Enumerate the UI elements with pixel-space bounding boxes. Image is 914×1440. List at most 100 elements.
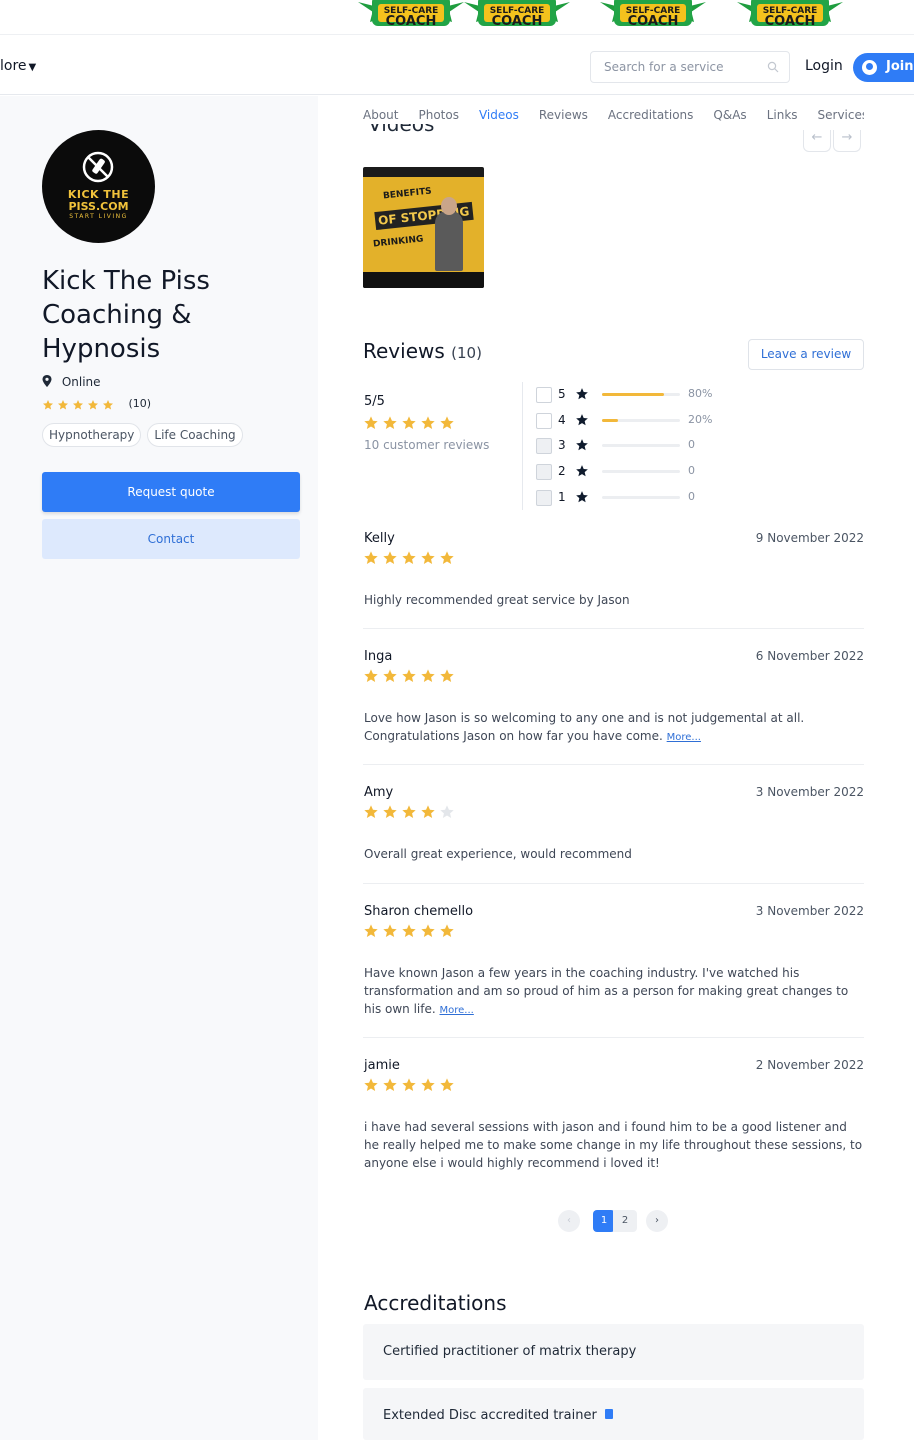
rating-filter-2[interactable]: 2 0: [536, 463, 736, 481]
rating-bar: [602, 496, 680, 499]
tag-hypnotherapy[interactable]: Hypnotherapy: [42, 423, 142, 447]
star-icon: [421, 805, 435, 818]
search-input[interactable]: [604, 52, 772, 82]
rating-filter-3[interactable]: 3 0: [536, 437, 736, 455]
rating-level: 2: [558, 464, 566, 478]
review-body: Love how Jason is so welcoming to any on…: [364, 711, 805, 743]
self-care-coach-badge: SELF-CARE COACH: [594, 0, 712, 34]
search-icon[interactable]: [767, 61, 779, 73]
badge-main-text: COACH: [627, 14, 679, 29]
arrow-left-icon[interactable]: ←: [803, 130, 831, 152]
review-date: 2 November 2022: [755, 1058, 864, 1072]
rating-filter-1[interactable]: 1 0: [536, 489, 736, 507]
service-tags: Hypnotherapy Life Coaching: [42, 423, 249, 447]
location-pin-icon: [42, 375, 52, 387]
leave-review-button[interactable]: Leave a review: [748, 339, 864, 370]
review-item: Inga 6 November 2022 Love how Jason is s…: [363, 649, 864, 765]
business-name: Kick The Piss Coaching & Hypnosis: [42, 266, 210, 364]
star-icon: [402, 924, 416, 937]
tab-reviews[interactable]: Reviews: [539, 108, 588, 132]
login-link[interactable]: Login: [805, 58, 843, 74]
tab-accreditations[interactable]: Accreditations: [608, 108, 694, 132]
rating-level: 4: [558, 413, 566, 427]
rating-level: 5: [558, 387, 566, 401]
review-text: Overall great experience, would recommen…: [364, 845, 864, 863]
more-link[interactable]: More...: [667, 732, 701, 743]
accreditation-item: Certified practitioner of matrix therapy: [363, 1324, 864, 1380]
business-rating[interactable]: (10): [42, 397, 151, 412]
reviews-title: Reviews: [363, 339, 445, 363]
reviewer-name: Amy: [364, 785, 394, 800]
next-page-button[interactable]: ›: [646, 1210, 668, 1232]
reviewer-name: Sharon chemello: [364, 904, 474, 919]
rating-level: 1: [558, 490, 566, 504]
request-quote-button[interactable]: Request quote: [42, 472, 300, 512]
star-icon: [402, 669, 416, 682]
document-icon[interactable]: [604, 1409, 613, 1419]
rating-percent: 0: [688, 490, 695, 503]
videos-heading-text: Videos (1): [368, 124, 468, 134]
video-carousel-controls: ← →: [801, 126, 861, 152]
star-icon: [421, 416, 435, 429]
page-1-button[interactable]: 1: [593, 1210, 615, 1232]
star-icon: [364, 805, 378, 818]
more-link[interactable]: More...: [440, 1005, 474, 1016]
review-text: i have had several sessions with jason a…: [364, 1118, 864, 1172]
rating-filter-5[interactable]: 5 80%: [536, 386, 736, 404]
business-sidebar: KICK THE PISS.COM START LIVING Kick The …: [0, 96, 318, 1440]
reviewer-name: Inga: [364, 649, 393, 664]
badge-main-text: COACH: [491, 14, 543, 29]
star-icon: [383, 924, 397, 937]
reviews-heading: Reviews (10): [363, 339, 482, 363]
star-icon: [421, 924, 435, 937]
explore-menu[interactable]: lore ▼: [0, 58, 36, 74]
logo-text: PISS.COM: [68, 200, 129, 213]
review-body: Have known Jason a few years in the coac…: [364, 966, 849, 1016]
video-thumbnail[interactable]: BENEFITS OF STOPPING DRINKING: [363, 167, 484, 288]
review-stars: [363, 923, 458, 942]
review-date: 3 November 2022: [755, 904, 864, 918]
star-icon: [103, 400, 113, 410]
review-stars: [363, 804, 458, 823]
star-icon: [383, 805, 397, 818]
site-header: lore▼ Login Join: [0, 34, 914, 95]
accreditation-item: Extended Disc accredited trainer: [363, 1388, 864, 1440]
star-icon: [440, 669, 454, 682]
review-text: Love how Jason is so welcoming to any on…: [364, 709, 864, 747]
no-drinking-icon: [82, 151, 114, 183]
accreditation-label: Certified practitioner of matrix therapy: [383, 1344, 637, 1359]
rating-percent: 80%: [688, 387, 713, 400]
badge-main-text: COACH: [764, 14, 816, 29]
checkbox[interactable]: [536, 464, 552, 480]
review-date: 6 November 2022: [755, 649, 864, 663]
checkbox[interactable]: [536, 387, 552, 403]
rating-percent: 0: [688, 464, 695, 477]
page-2-button[interactable]: 2: [613, 1210, 637, 1232]
business-location: Online: [42, 375, 101, 389]
arrow-right-icon[interactable]: →: [833, 130, 861, 152]
review-body: Overall great experience, would recommen…: [364, 847, 632, 861]
contact-button[interactable]: Contact: [42, 519, 300, 559]
rating-bar: [602, 419, 680, 422]
video-thumb-head: [441, 197, 457, 215]
review-stars: [363, 668, 458, 687]
checkbox[interactable]: [536, 413, 552, 429]
rating-percent: 20%: [688, 413, 713, 426]
tab-videos[interactable]: Videos: [479, 108, 519, 132]
rating-stars: [42, 399, 117, 412]
checkbox[interactable]: [536, 438, 552, 454]
star-icon: [364, 551, 378, 564]
checkbox[interactable]: [536, 490, 552, 506]
rating-filter-4[interactable]: 4 20%: [536, 412, 736, 430]
tab-qas[interactable]: Q&As: [713, 108, 746, 132]
badge-main-text: COACH: [385, 14, 437, 29]
review-count: (10): [128, 397, 152, 410]
accreditation-label: Extended Disc accredited trainer: [383, 1408, 597, 1423]
join-button[interactable]: Join: [853, 53, 914, 82]
tab-links[interactable]: Links: [767, 108, 798, 132]
rating-bar-fill: [602, 419, 618, 422]
location-label: Online: [61, 375, 101, 389]
prev-page-button[interactable]: ‹: [558, 1210, 580, 1232]
review-item: jamie 2 November 2022 i have had several…: [363, 1058, 864, 1178]
tag-life-coaching[interactable]: Life Coaching: [147, 423, 243, 447]
